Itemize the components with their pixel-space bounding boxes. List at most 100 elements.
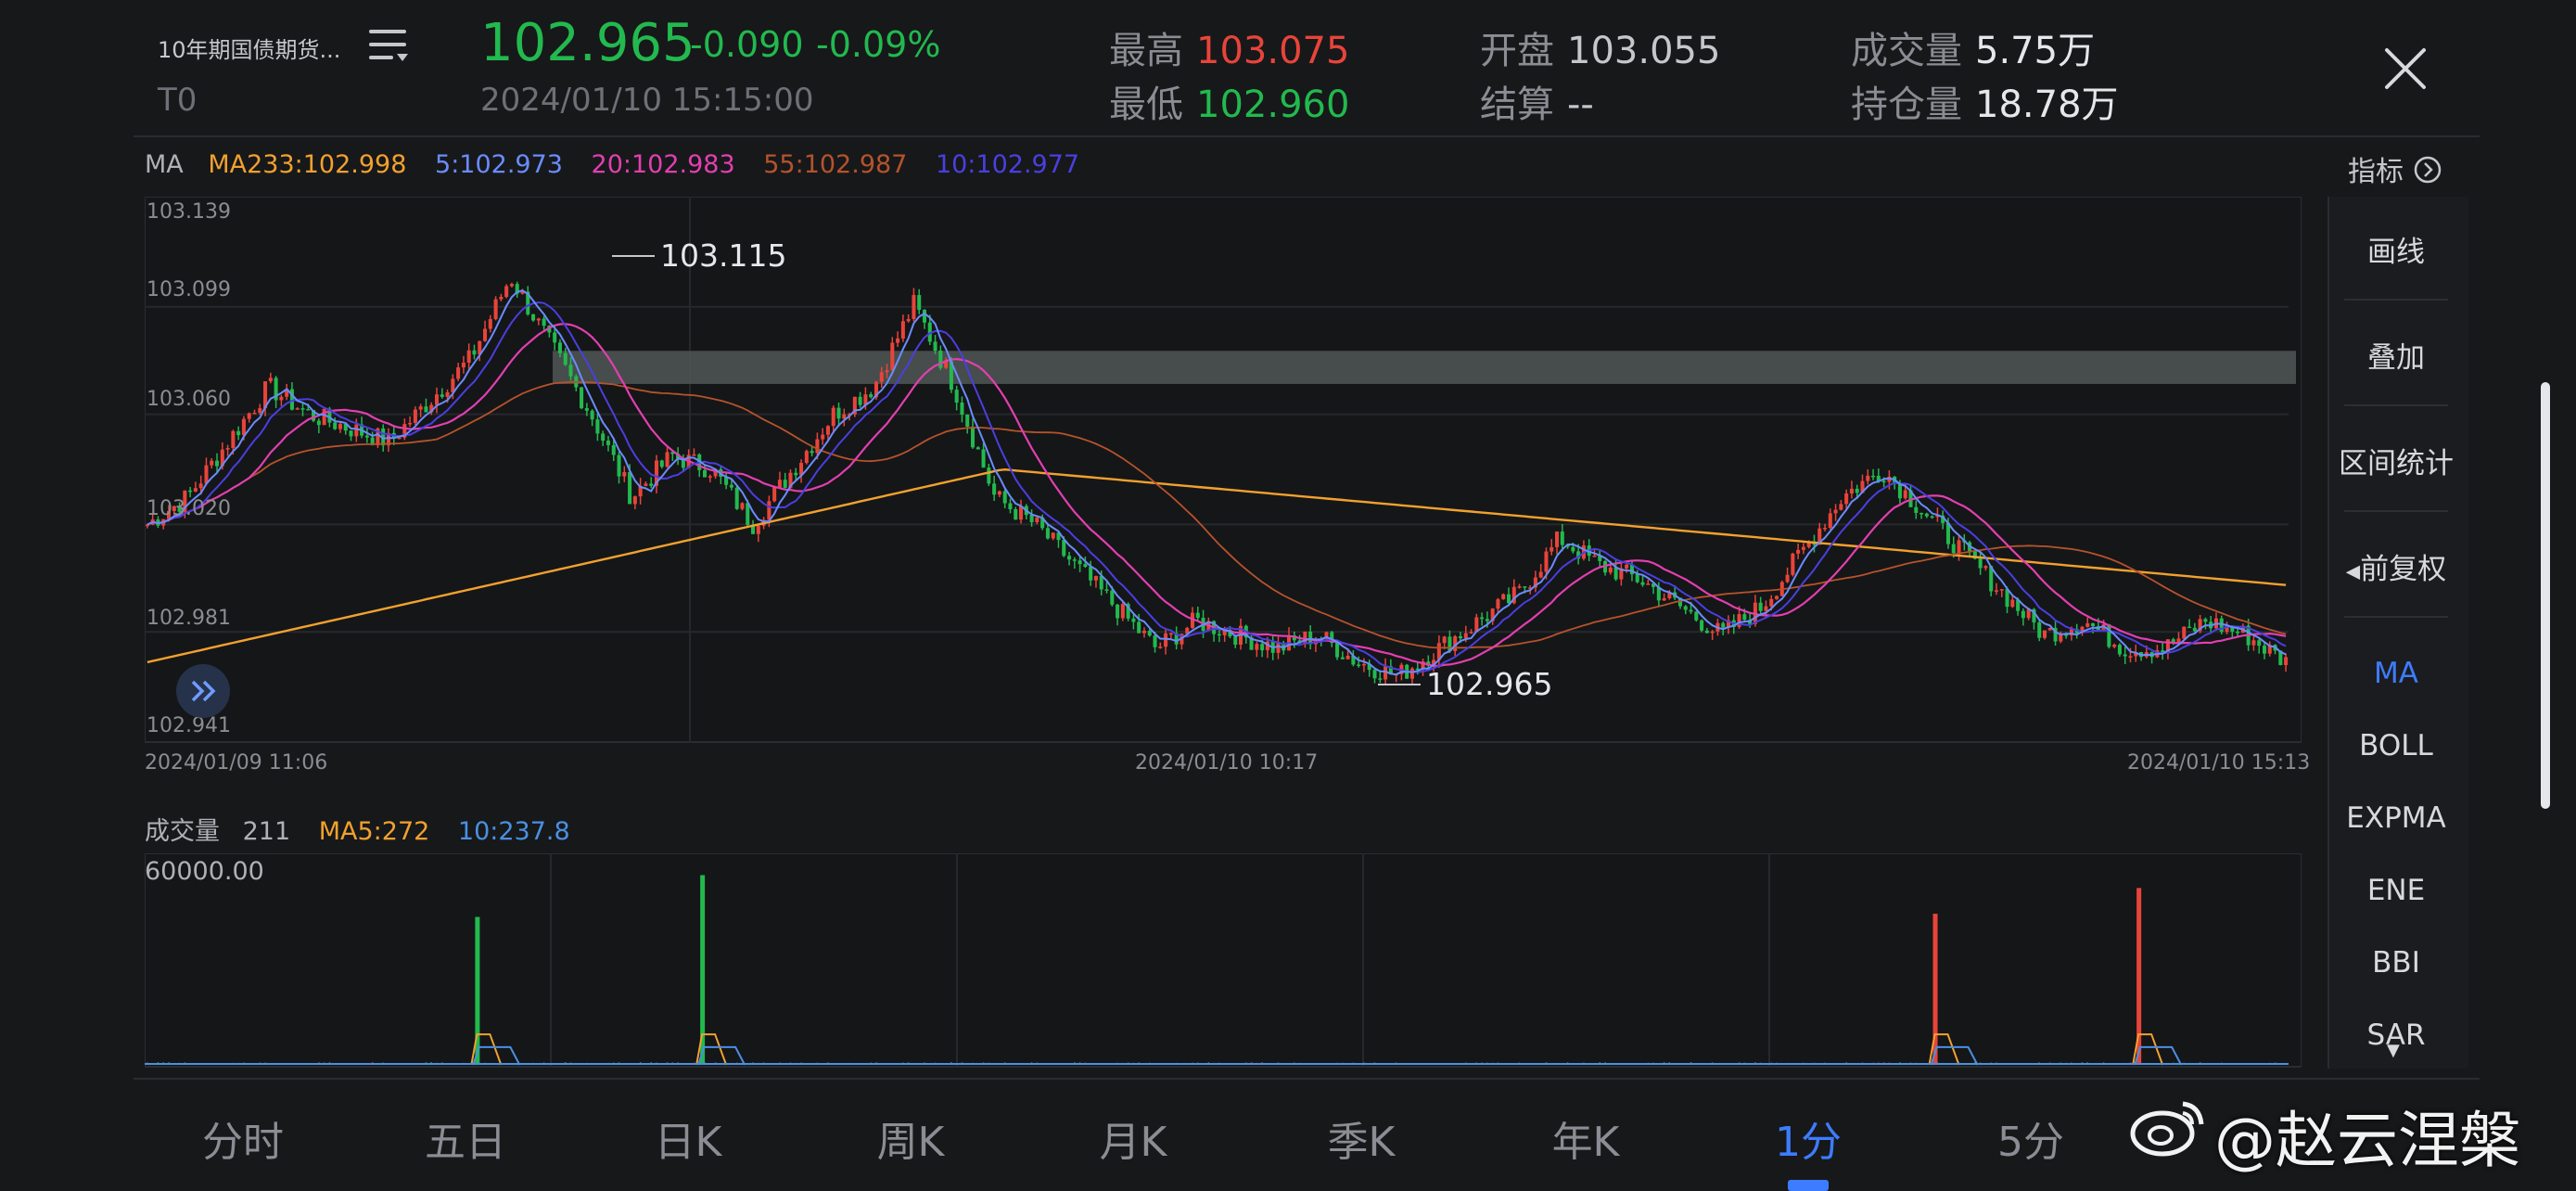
double-chevron-right-icon xyxy=(191,680,216,702)
candle-body xyxy=(1769,598,1774,607)
indicator-label: 指标 xyxy=(2348,156,2404,188)
price-change: -0.090 xyxy=(690,24,804,65)
volume-current: 211 xyxy=(242,817,291,846)
candle-body xyxy=(1089,567,1093,581)
indicator-expma[interactable]: EXPMA xyxy=(2329,801,2463,835)
candle-body xyxy=(1195,612,1200,619)
candle-body xyxy=(1538,571,1543,578)
candle-body xyxy=(1704,630,1709,634)
candle-body xyxy=(2059,634,2063,642)
volume-legend: 成交量 211 MA5:272 10:237.8 xyxy=(145,811,570,847)
candle-body xyxy=(831,407,835,427)
tab-weekly[interactable]: 周K xyxy=(836,1108,985,1168)
candle-body xyxy=(1442,636,1447,644)
menu-range-stats[interactable]: 区间统计 xyxy=(2329,440,2463,481)
candle-body xyxy=(1839,504,1843,510)
close-icon[interactable] xyxy=(2379,43,2431,95)
candle-body xyxy=(767,501,772,520)
tab-yearly[interactable]: 年K xyxy=(1511,1108,1660,1168)
current-price: 102.965 xyxy=(480,13,695,73)
candle-body xyxy=(1737,614,1741,627)
candle-body xyxy=(1093,576,1098,581)
candle-body xyxy=(1078,560,1082,565)
open-label: 开盘 xyxy=(1480,30,1554,72)
indicator-button[interactable]: 指标 xyxy=(2348,148,2442,192)
candle-body xyxy=(1774,596,1779,599)
menu-draw-line[interactable]: 画线 xyxy=(2329,228,2463,270)
candle-body xyxy=(1116,604,1120,619)
candlestick-chart[interactable] xyxy=(145,197,2302,744)
candle-body xyxy=(306,409,311,411)
candle-body xyxy=(1168,633,1173,635)
candle-body xyxy=(354,424,359,437)
candle-body xyxy=(1345,655,1350,660)
candle-body xyxy=(1062,540,1066,557)
candle-body xyxy=(746,503,750,525)
indicator-ma[interactable]: MA xyxy=(2329,657,2463,690)
candle-body xyxy=(815,439,820,454)
menu-icon[interactable] xyxy=(367,26,412,67)
indicator-ene[interactable]: ENE xyxy=(2329,874,2463,907)
high-marker: 103.115 xyxy=(612,237,786,274)
side-divider xyxy=(2344,510,2448,512)
candle-body xyxy=(1999,589,2004,591)
contract-code: T0 xyxy=(158,82,198,119)
open-stat: 开盘 103.055 xyxy=(1480,20,1720,74)
candle-body xyxy=(2042,630,2047,638)
candle-body xyxy=(708,476,712,478)
low-stat: 最低 102.960 xyxy=(1109,74,1349,128)
candle-body xyxy=(2010,599,2015,608)
candle-body xyxy=(2187,626,2192,629)
candle-body xyxy=(1137,621,1141,634)
candle-body xyxy=(553,332,557,343)
indicator-boll[interactable]: BOLL xyxy=(2329,729,2463,762)
candle-body xyxy=(466,350,471,363)
candle-body xyxy=(1951,544,1956,554)
tab-quarterly[interactable]: 季K xyxy=(1287,1108,1435,1168)
candle-body xyxy=(992,483,997,495)
candle-body xyxy=(756,525,760,534)
tab-intraday[interactable]: 分时 xyxy=(169,1108,317,1168)
ma55-value: 55:102.987 xyxy=(763,150,908,179)
candle-body xyxy=(825,426,830,435)
active-tab-indicator xyxy=(1788,1180,1829,1191)
scroll-down-icon[interactable]: ▼ xyxy=(2387,1041,2400,1060)
tab-daily[interactable]: 日K xyxy=(614,1108,762,1168)
candle-body xyxy=(2236,631,2240,634)
tab-1min[interactable]: 1分 xyxy=(1734,1108,1882,1168)
candle-body xyxy=(922,310,927,323)
candle-body xyxy=(493,299,498,320)
candle-body xyxy=(1517,586,1522,588)
volume-chart[interactable] xyxy=(145,853,2302,1069)
expand-button[interactable] xyxy=(176,664,230,718)
candle-body xyxy=(804,451,809,464)
menu-adjustment[interactable]: ◀前复权 xyxy=(2329,545,2463,587)
indicator-bbi[interactable]: BBI xyxy=(2329,946,2463,980)
menu-overlay[interactable]: 叠加 xyxy=(2329,334,2463,376)
volume-ma5: MA5:272 xyxy=(318,817,430,846)
candle-body xyxy=(1828,513,1832,529)
candle-body xyxy=(1689,609,1693,612)
candle-body xyxy=(729,484,733,488)
scrollbar[interactable] xyxy=(2541,382,2550,809)
candle-body xyxy=(885,370,889,373)
candle-body xyxy=(349,430,353,437)
tab-5min[interactable]: 5分 xyxy=(1957,1108,2105,1168)
candle-body xyxy=(1501,594,1506,600)
candle-body xyxy=(772,487,777,502)
candle-body xyxy=(225,448,230,450)
chevron-right-icon xyxy=(2413,155,2442,192)
candle-body xyxy=(408,422,413,425)
candle-body xyxy=(1002,491,1007,504)
resistance-zone xyxy=(553,351,2296,384)
time-tick: 2024/01/09 11:06 xyxy=(145,751,328,775)
high-label: 最高 xyxy=(1109,30,1183,72)
tab-five-day[interactable]: 五日 xyxy=(391,1108,540,1168)
candle-body xyxy=(606,441,610,445)
tab-monthly[interactable]: 月K xyxy=(1059,1108,1207,1168)
candle-body xyxy=(2203,619,2208,622)
candle-body xyxy=(1560,531,1564,545)
candle-body xyxy=(622,471,627,477)
candle-body xyxy=(906,318,911,322)
candle-body xyxy=(960,403,964,415)
